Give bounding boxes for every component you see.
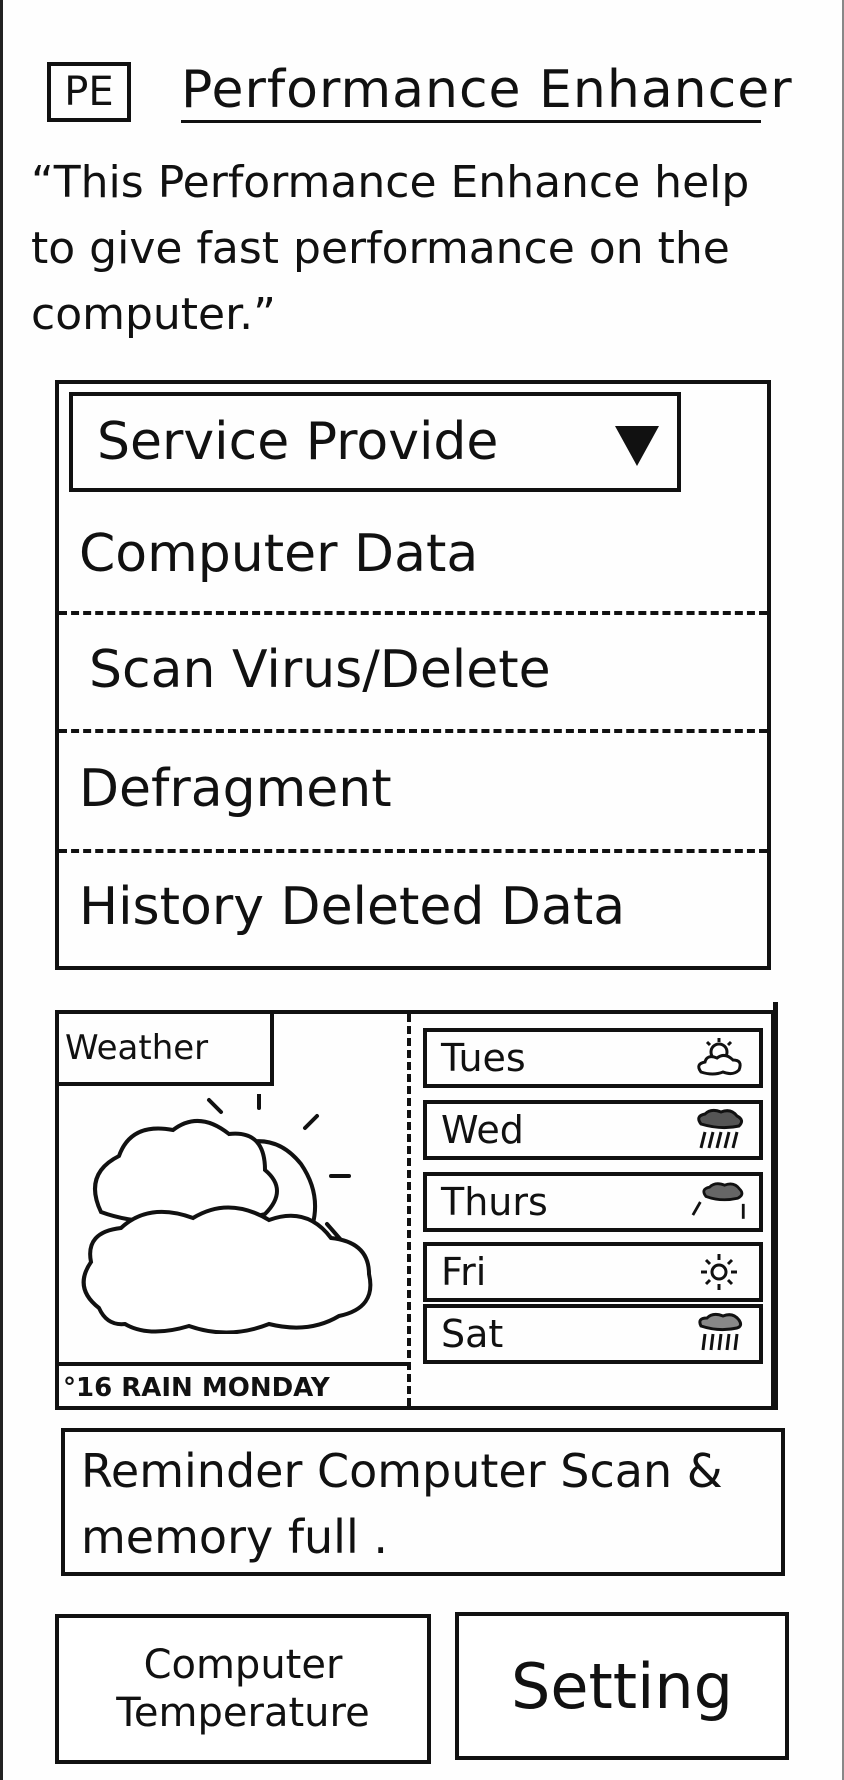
current-weather-caption: °16 RAIN MONDAY: [59, 1362, 409, 1410]
service-item-label: Computer Data: [79, 524, 479, 584]
dropdown-label: Service Provide: [97, 412, 499, 472]
weather-label: Weather: [59, 1014, 274, 1086]
forecast-day-label: Tues: [441, 1036, 526, 1080]
chevron-down-icon: [615, 426, 659, 466]
weather-divider: [407, 1014, 411, 1406]
cloud-sun-icon: [81, 1094, 373, 1334]
button-label: Setting: [511, 1649, 733, 1723]
weather-widget: Weather °16 RAIN MONDAY Tues Wed Thurs F…: [55, 1010, 775, 1410]
forecast-day-sat[interactable]: Sat: [423, 1304, 763, 1364]
setting-button[interactable]: Setting: [455, 1612, 789, 1760]
drizzle-icon: [691, 1180, 747, 1224]
service-item-defragment[interactable]: Defragment: [59, 731, 767, 847]
forecast-day-tues[interactable]: Tues: [423, 1028, 763, 1088]
services-panel: Service Provide Computer Data Scan Virus…: [55, 380, 771, 970]
app-title: Performance Enhancer: [181, 60, 793, 120]
forecast-day-label: Fri: [441, 1250, 487, 1294]
service-provide-dropdown[interactable]: Service Provide: [69, 392, 681, 492]
rain-icon: [691, 1108, 747, 1152]
service-item-label: History Deleted Data: [79, 877, 626, 937]
service-item-label: Scan Virus/Delete: [89, 640, 551, 700]
forecast-day-thurs[interactable]: Thurs: [423, 1172, 763, 1232]
sun-icon: [691, 1250, 747, 1294]
forecast-day-label: Thurs: [441, 1180, 548, 1224]
forecast-day-label: Sat: [441, 1312, 504, 1356]
service-item-history-deleted[interactable]: History Deleted Data: [59, 851, 767, 963]
app-screen: PE Performance Enhancer “This Performanc…: [0, 0, 844, 1780]
service-item-label: Defragment: [79, 759, 392, 819]
button-label: Computer Temperature: [116, 1642, 370, 1736]
app-tagline: “This Performance Enhance help to give f…: [31, 157, 750, 340]
forecast-day-wed[interactable]: Wed: [423, 1100, 763, 1160]
partly-cloudy-icon: [691, 1036, 747, 1080]
rain-icon: [691, 1312, 747, 1356]
service-item-scan-virus[interactable]: Scan Virus/Delete: [59, 613, 767, 727]
forecast-day-label: Wed: [441, 1108, 524, 1152]
forecast-day-fri[interactable]: Fri: [423, 1242, 763, 1302]
app-logo: PE: [47, 62, 131, 122]
computer-temperature-button[interactable]: Computer Temperature: [55, 1614, 431, 1764]
title-underline: [181, 120, 761, 123]
service-item-computer-data[interactable]: Computer Data: [59, 499, 767, 609]
reminder-text: Reminder Computer Scan & memory full .: [81, 1444, 723, 1564]
reminder-panel[interactable]: Reminder Computer Scan & memory full .: [61, 1428, 785, 1576]
